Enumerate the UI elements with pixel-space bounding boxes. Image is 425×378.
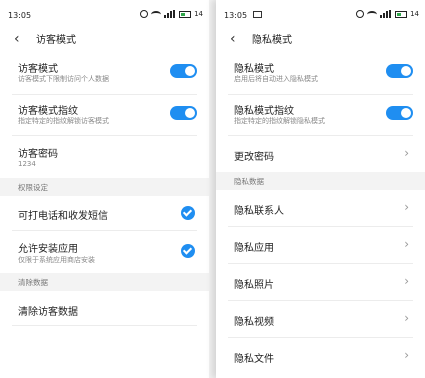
privacy-photos-row[interactable]: 隐私照片 ›	[228, 264, 413, 301]
guest-password-row[interactable]: 访客密码 1234	[12, 136, 197, 178]
privacy-fingerprint-toggle[interactable]	[386, 106, 413, 120]
page-title: 隐私模式	[252, 35, 292, 46]
row-label: 隐私联系人	[234, 206, 284, 217]
section-title: 隐私数据	[234, 177, 264, 186]
chevron-right-icon: ›	[404, 348, 409, 362]
chevron-right-icon: ›	[404, 274, 409, 288]
guest-fingerprint-toggle[interactable]	[170, 106, 197, 120]
privacy-files-row[interactable]: 隐私文件 ›	[228, 338, 413, 374]
page-title: 访客模式	[36, 35, 76, 46]
row-label: 隐私照片	[234, 280, 274, 291]
row-subtitle: 指定特定的指纹解锁隐私模式	[234, 117, 325, 125]
battery-icon	[179, 10, 192, 18]
nav-bar: ‹ 访客模式	[0, 30, 209, 52]
guest-mode-toggle[interactable]	[170, 64, 197, 78]
calls-sms-check-icon[interactable]	[181, 206, 195, 220]
row-subtitle: 指定特定的指纹解锁访客模式	[18, 117, 109, 125]
section-header-clear-data: 清除数据	[0, 273, 209, 291]
section-header-permissions: 权限设定	[0, 178, 209, 196]
change-password-row[interactable]: 更改密码 ›	[228, 136, 413, 172]
status-time: 13:05	[224, 11, 248, 20]
row-label: 访客密码	[18, 149, 58, 160]
row-label: 访客模式指纹	[18, 106, 78, 117]
privacy-mode-toggle[interactable]	[386, 64, 413, 78]
nav-bar: ‹ 隐私模式	[216, 30, 425, 52]
row-label: 隐私文件	[234, 354, 274, 365]
row-value: 1234	[18, 160, 36, 168]
row-subtitle: 仅限于系统应用商店安装	[18, 256, 95, 264]
privacy-apps-row[interactable]: 隐私应用 ›	[228, 227, 413, 264]
signal-icon	[380, 10, 392, 18]
privacy-contacts-row[interactable]: 隐私联系人 ›	[228, 190, 413, 227]
privacy-fingerprint-row[interactable]: 隐私模式指纹 指定特定的指纹解锁隐私模式	[228, 95, 413, 136]
row-label: 隐私应用	[234, 243, 274, 254]
privacy-mode-row[interactable]: 隐私模式 启用后将自动进入隐私模式	[228, 52, 413, 95]
privacy-mode-screen: 13:05 14 ‹ 隐私模式 隐私模式 启用后将自动进入隐私模式 隐私模式指纹…	[216, 0, 425, 378]
chevron-right-icon: ›	[404, 200, 409, 214]
row-label: 隐私模式	[234, 64, 274, 75]
chevron-right-icon: ›	[404, 311, 409, 325]
battery-level: 14	[194, 10, 203, 18]
install-apps-check-icon[interactable]	[181, 244, 195, 258]
alarm-icon	[140, 10, 149, 18]
row-subtitle: 访客模式下限制访问个人数据	[18, 75, 109, 83]
guest-fingerprint-row[interactable]: 访客模式指纹 指定特定的指纹解锁访客模式	[12, 95, 197, 136]
row-label: 清除访客数据	[18, 307, 78, 318]
signal-icon	[164, 10, 176, 18]
install-apps-row[interactable]: 允许安装应用 仅限于系统应用商店安装	[12, 231, 197, 273]
alarm-icon	[356, 10, 365, 18]
section-header-privacy-data: 隐私数据	[216, 172, 425, 190]
row-label: 允许安装应用	[18, 244, 78, 255]
wifi-icon	[367, 10, 378, 18]
section-title: 权限设定	[18, 183, 48, 192]
row-label: 更改密码	[234, 152, 274, 163]
screen-gap	[209, 0, 216, 378]
row-label: 可打电话和收发短信	[18, 211, 108, 222]
clear-guest-data-row[interactable]: 清除访客数据	[12, 291, 197, 326]
chevron-right-icon: ›	[404, 146, 409, 160]
row-label: 隐私模式指纹	[234, 106, 294, 117]
wifi-icon	[151, 10, 162, 18]
row-subtitle: 启用后将自动进入隐私模式	[234, 75, 318, 83]
battery-level: 14	[410, 10, 419, 18]
calls-sms-row[interactable]: 可打电话和收发短信	[12, 196, 197, 231]
status-time: 13:05	[8, 11, 32, 20]
guest-mode-row[interactable]: 访客模式 访客模式下限制访问个人数据	[12, 52, 197, 95]
section-title: 清除数据	[18, 278, 48, 287]
back-arrow-icon[interactable]: ‹	[230, 32, 236, 46]
battery-icon	[395, 10, 408, 18]
status-bar: 13:05 14	[216, 0, 425, 30]
row-label: 隐私视频	[234, 317, 274, 328]
row-label: 访客模式	[18, 64, 58, 75]
image-notification-icon	[253, 11, 262, 18]
chevron-right-icon: ›	[404, 237, 409, 251]
back-arrow-icon[interactable]: ‹	[14, 32, 20, 46]
status-bar: 13:05 14	[0, 0, 209, 30]
privacy-videos-row[interactable]: 隐私视频 ›	[228, 301, 413, 338]
guest-mode-screen: 13:05 14 ‹ 访客模式 访客模式 访客模式下限制访问个人数据 访客模式指…	[0, 0, 209, 378]
